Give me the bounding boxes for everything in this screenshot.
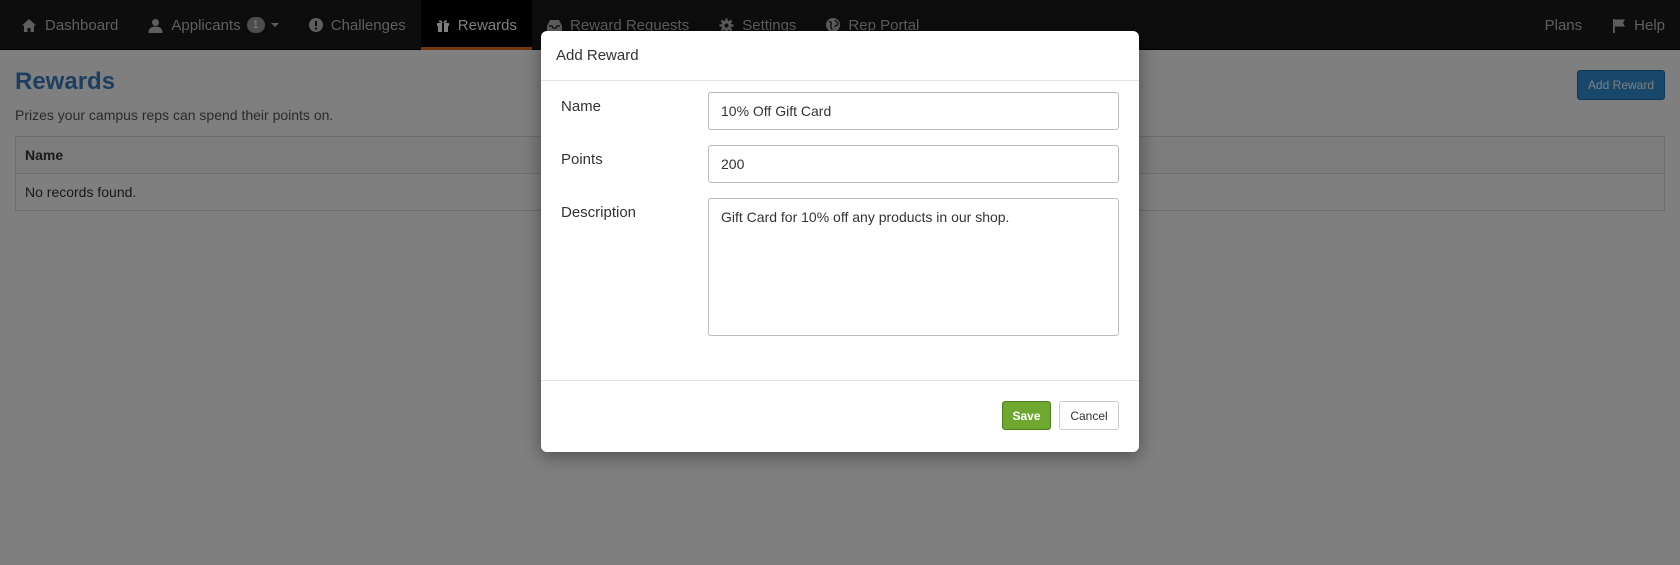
points-label: Points: [561, 151, 603, 168]
add-reward-modal: Add Reward Name Points Description Gift …: [541, 31, 1139, 452]
name-input[interactable]: [708, 92, 1119, 130]
modal-footer: Save Cancel: [541, 380, 1139, 452]
save-button[interactable]: Save: [1002, 401, 1051, 430]
cancel-button[interactable]: Cancel: [1059, 401, 1119, 430]
description-label: Description: [561, 204, 637, 221]
modal-title: Add Reward: [541, 31, 1139, 81]
points-input[interactable]: [708, 145, 1119, 183]
name-label: Name: [561, 98, 602, 115]
description-textarea[interactable]: Gift Card for 10% off any products in ou…: [708, 198, 1119, 336]
